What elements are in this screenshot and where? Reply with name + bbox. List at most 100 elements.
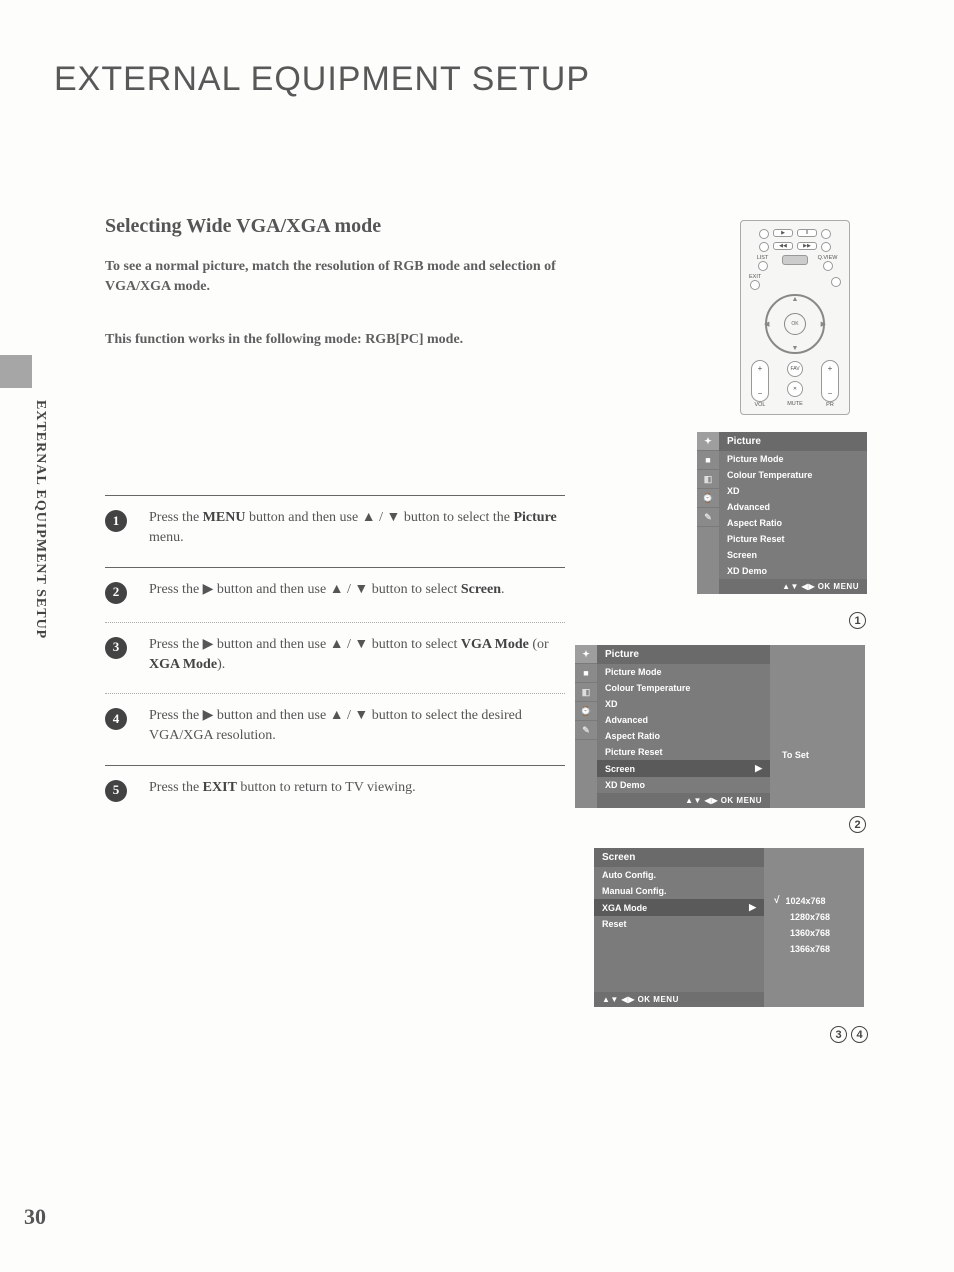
step-text: Press the ▶ button and then use ▲ / ▼ bu…	[149, 635, 565, 676]
osd-item: Picture Reset	[597, 744, 770, 760]
step-4: 4 Press the ▶ button and then use ▲ / ▼ …	[105, 694, 565, 766]
qview-button	[823, 261, 833, 271]
osd-item-selected: Screen ▶	[597, 760, 770, 777]
osd-title: Picture	[719, 432, 867, 451]
osd-tab-icon: ✎	[697, 508, 719, 527]
osd-tab-icon: ■	[697, 451, 719, 470]
step-text-post: ).	[217, 657, 225, 672]
side-tab: EXTERNAL EQUIPMENT SETUP	[0, 390, 50, 650]
pr-rocker: +−	[821, 360, 839, 402]
step-text-bold1: MENU	[203, 510, 246, 525]
osd-item: Manual Config.	[594, 883, 764, 899]
step-text: Press the MENU button and then use ▲ / ▼…	[149, 508, 565, 549]
osd-title: Picture	[597, 645, 770, 664]
remote-btn	[782, 255, 808, 265]
step-text-pre: Press the ▶ button and then use ▲ / ▼ bu…	[149, 637, 461, 652]
osd-tab-icon: ✦	[575, 645, 597, 664]
osd-item: XD Demo	[719, 563, 867, 579]
step-text-pre: Press the	[149, 780, 203, 795]
mute-button: ✕	[787, 381, 803, 397]
step-text-mid: button to return to TV viewing.	[237, 780, 416, 795]
vol-label: VOL	[751, 402, 769, 408]
osd-item-label: Screen	[605, 764, 635, 774]
osd-footer: ▲▼ ◀▶ OK MENU	[597, 793, 770, 808]
step-text-pre: Press the ▶ button and then use ▲ / ▼ bu…	[149, 582, 461, 597]
step-3: 3 Press the ▶ button and then use ▲ / ▼ …	[105, 623, 565, 695]
osd-item: Auto Config.	[594, 867, 764, 883]
osd-item-selected: XGA Mode▶	[594, 899, 764, 916]
osd-tab-icon: ⌚	[575, 702, 597, 721]
exit-button	[750, 280, 760, 290]
step-text-post: menu.	[149, 530, 184, 545]
remote-btn	[759, 242, 769, 252]
osd-item: Advanced	[597, 712, 770, 728]
callout-3: 3	[830, 1026, 847, 1043]
side-tab-label: EXTERNAL EQUIPMENT SETUP	[32, 400, 48, 639]
step-text-bold1: EXIT	[203, 780, 237, 795]
osd-tab-icon: ✦	[697, 432, 719, 451]
step-text-bold1: VGA Mode	[461, 637, 529, 652]
osd-tab-icon: ◧	[697, 470, 719, 489]
resolution-label: 1280x768	[790, 912, 830, 922]
step-text-pre: Press the	[149, 510, 203, 525]
osd-side-label: To Set	[782, 750, 809, 760]
step-text-bold2: XGA Mode	[149, 657, 217, 672]
fav-button: FAV	[787, 361, 803, 377]
step-text-mid: .	[501, 582, 505, 597]
vol-rocker: +−	[751, 360, 769, 402]
step-text-pre: Press the ▶ button and then use ▲ / ▼ bu…	[149, 708, 522, 743]
resolution-option: 1366x768	[764, 941, 864, 957]
list-button	[758, 261, 768, 271]
arrow-right-icon: ▶	[749, 902, 756, 913]
callout-2: 2	[849, 816, 866, 833]
step-number-badge: 5	[105, 780, 127, 802]
step-text-bold1: Screen	[461, 582, 501, 597]
step-text: Press the ▶ button and then use ▲ / ▼ bu…	[149, 706, 565, 747]
osd-item: XD Demo	[597, 777, 770, 793]
osd-tab-icon: ◧	[575, 683, 597, 702]
qview-label: Q.VIEW	[812, 255, 843, 261]
callout-1: 1	[849, 612, 866, 629]
step-text-bold2: Picture	[513, 510, 556, 525]
step-number-badge: 1	[105, 510, 127, 532]
step-text: Press the EXIT button to return to TV vi…	[149, 778, 416, 798]
remote-btn	[831, 277, 841, 287]
osd-item: XD	[719, 483, 867, 499]
step-2: 2 Press the ▶ button and then use ▲ / ▼ …	[105, 568, 565, 623]
resolution-option: √1024x768	[764, 892, 864, 909]
osd-item: Picture Mode	[719, 451, 867, 467]
osd-picture-menu-2: ✦ ■ ◧ ⌚ ✎ Picture Picture Mode Colour Te…	[575, 645, 865, 808]
section-title: Selecting Wide VGA/XGA mode	[105, 215, 381, 238]
side-tab-block	[0, 355, 32, 388]
osd-tab-icon: ⌚	[697, 489, 719, 508]
resolution-label: 1024x768	[786, 896, 826, 906]
osd-item: XD	[597, 696, 770, 712]
resolution-label: 1366x768	[790, 944, 830, 954]
callout-4: 4	[851, 1026, 868, 1043]
osd-tab-icon: ■	[575, 664, 597, 683]
remote-btn	[821, 242, 831, 252]
step-text: Press the ▶ button and then use ▲ / ▼ bu…	[149, 580, 505, 600]
osd-item: Aspect Ratio	[597, 728, 770, 744]
osd-item: Colour Temperature	[597, 680, 770, 696]
osd-item: Aspect Ratio	[719, 515, 867, 531]
osd-tab-icon: ✎	[575, 721, 597, 740]
osd-item: Picture Mode	[597, 664, 770, 680]
intro-text-1: To see a normal picture, match the resol…	[105, 257, 585, 296]
osd-item: Advanced	[719, 499, 867, 515]
intro-text-2: This function works in the following mod…	[105, 330, 585, 350]
arrow-right-icon: ▶	[755, 763, 762, 774]
osd-item: Reset	[594, 916, 764, 932]
step-number-badge: 3	[105, 637, 127, 659]
remote-btn	[759, 229, 769, 239]
osd-item: Screen	[719, 547, 867, 563]
dpad: OK	[765, 294, 825, 354]
osd-picture-menu-1: ✦ ■ ◧ ⌚ ✎ Picture Picture Mode Colour Te…	[697, 432, 867, 594]
steps-list: 1 Press the MENU button and then use ▲ /…	[105, 495, 565, 820]
pr-label: PR	[821, 402, 839, 408]
ff-icon: ▶▶	[797, 242, 817, 250]
rew-icon: ◀◀	[773, 242, 793, 250]
play-icon: ▶	[773, 229, 793, 237]
page-number: 30	[24, 1204, 46, 1230]
page-title: EXTERNAL EQUIPMENT SETUP	[54, 60, 590, 99]
